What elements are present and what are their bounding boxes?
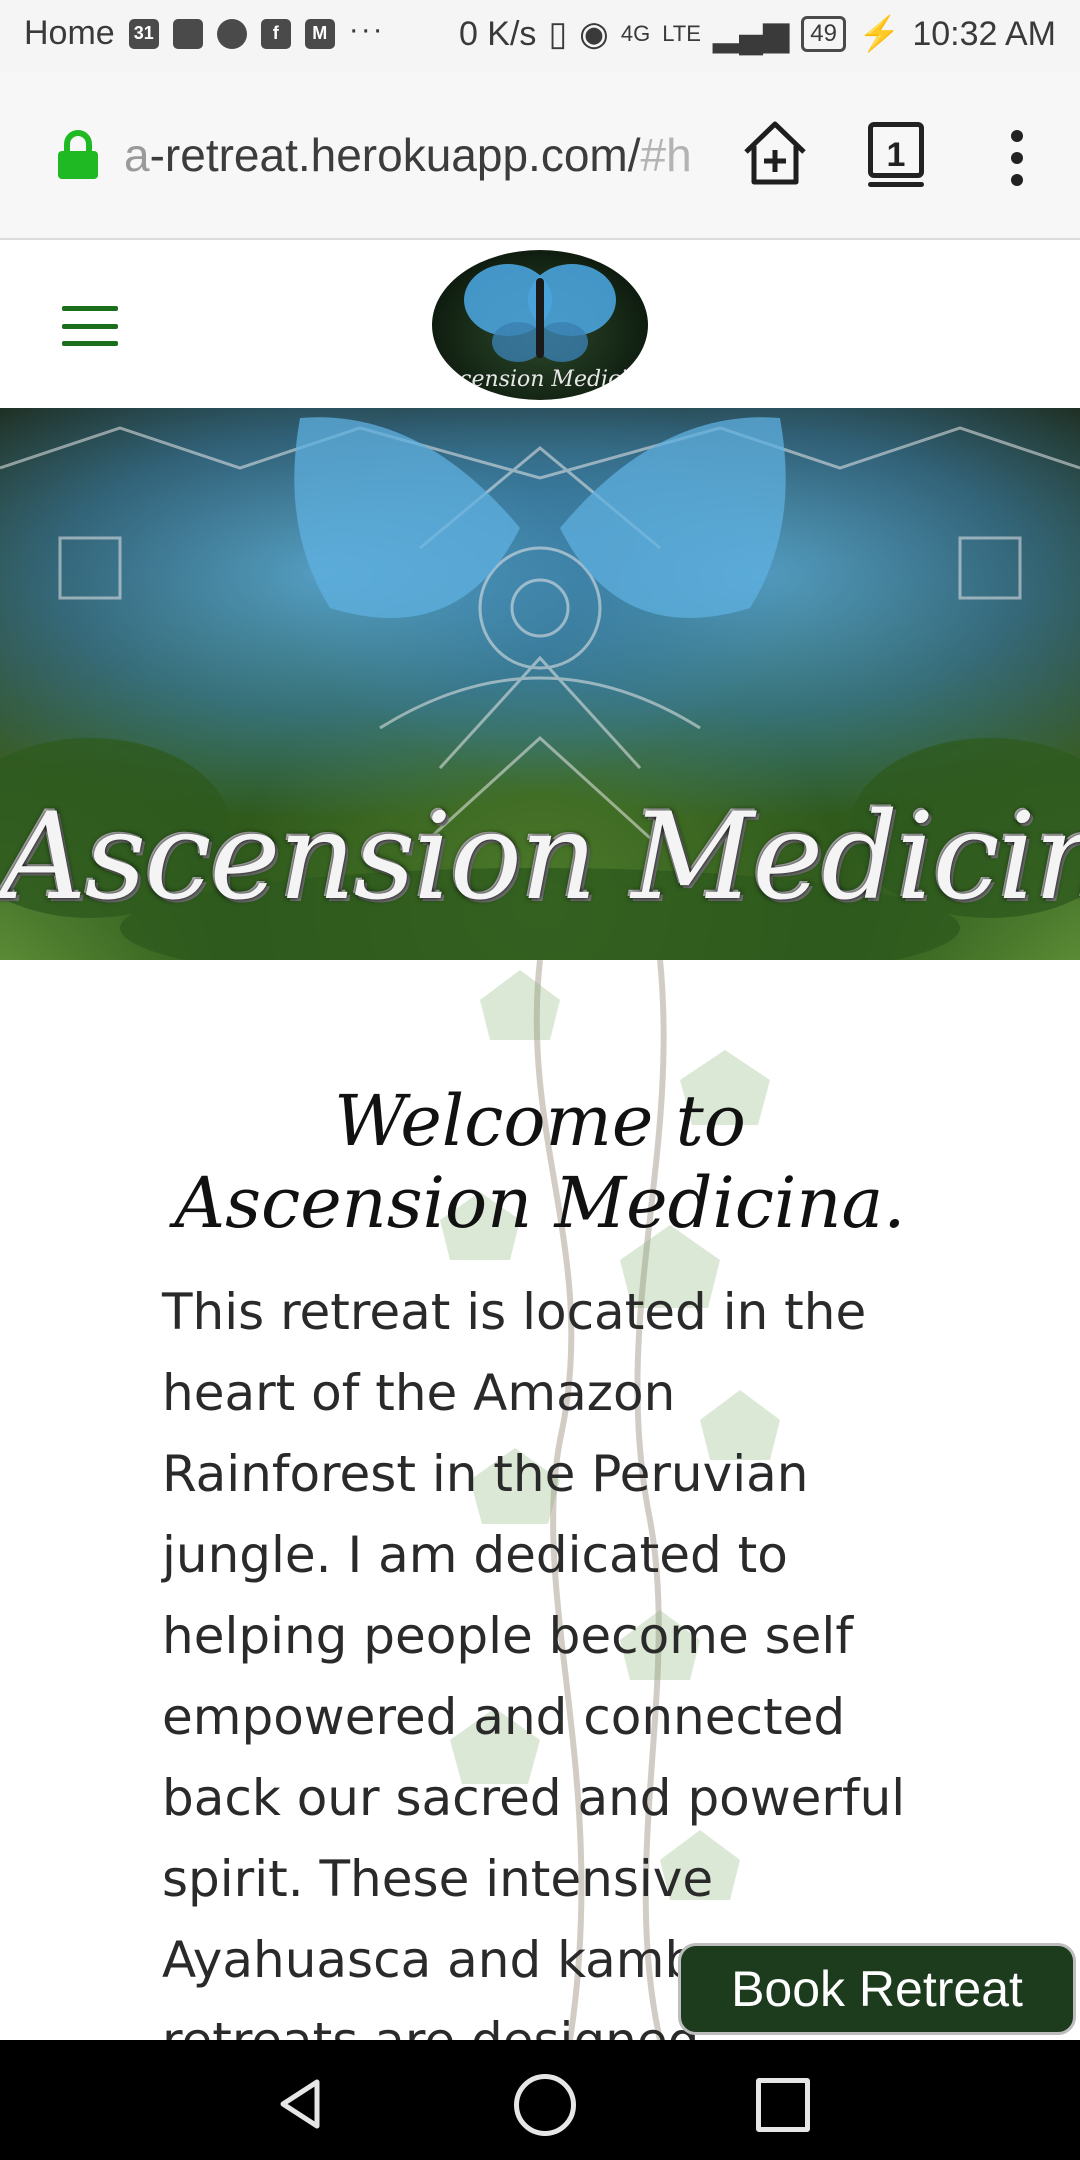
url-domain: -retreat.herokuapp.com/: [149, 129, 641, 181]
clock: 10:32 AM: [912, 14, 1056, 53]
logo-text: Ascension Medicina: [432, 367, 648, 392]
system-nav-bar: [0, 2040, 1080, 2160]
status-left: Home 31 f M ···: [24, 12, 385, 53]
browser-menu-icon[interactable]: [1005, 130, 1029, 186]
recent-apps-icon[interactable]: [756, 2078, 810, 2132]
address-bar[interactable]: a-retreat.herokuapp.com/#h: [124, 128, 704, 184]
gmail-icon: M: [304, 18, 335, 49]
main-content: Welcome to Ascension Medicina. This retr…: [0, 960, 1080, 2040]
book-retreat-button[interactable]: Book Retreat: [678, 1943, 1076, 2035]
inbox-icon: [172, 18, 203, 49]
intro-paragraph: This retreat is located in the heart of …: [162, 1283, 906, 2040]
url-hash: #h: [640, 129, 692, 181]
calendar-icon: 31: [128, 18, 159, 49]
lock-icon: [58, 130, 98, 179]
charging-icon: ⚡: [858, 15, 901, 53]
vibrate-icon: ▯: [548, 15, 568, 53]
hero-title: Ascension Medicina: [0, 788, 1080, 927]
status-bar: Home 31 f M ··· 0 K/s ▯ ◉ 4G LTE ▂▄▆ 49 …: [0, 0, 1080, 72]
hero-banner: Ascension Medicina: [0, 408, 1080, 960]
network-speed: 0 K/s: [458, 14, 537, 53]
site-header: Ascension Medicina: [0, 240, 1080, 408]
back-icon[interactable]: [275, 2078, 327, 2130]
status-right: 0 K/s ▯ ◉ 4G LTE ▂▄▆ 49 ⚡ 10:32 AM: [459, 14, 1056, 54]
hangouts-icon: [216, 18, 247, 49]
signal-icon: ▂▄▆: [712, 15, 790, 53]
home-icon[interactable]: [514, 2074, 576, 2136]
hamburger-menu-icon[interactable]: [62, 306, 118, 346]
carrier-label: Home: [24, 14, 115, 52]
url-prefix: a: [124, 129, 150, 181]
network-subtype: LTE: [662, 21, 701, 46]
network-type: 4G: [620, 21, 651, 46]
browser-toolbar: a-retreat.herokuapp.com/#h 1: [0, 72, 1080, 240]
more-icon: ···: [348, 12, 385, 46]
eye-icon: ◉: [579, 15, 609, 53]
add-to-home-icon[interactable]: [740, 118, 810, 188]
tab-switcher-button[interactable]: 1: [868, 122, 924, 187]
welcome-heading: Welcome to Ascension Medicina.: [174, 1080, 906, 1244]
battery-icon: 49: [801, 16, 846, 52]
facebook-icon: f: [260, 18, 291, 49]
site-logo[interactable]: Ascension Medicina: [432, 250, 648, 400]
